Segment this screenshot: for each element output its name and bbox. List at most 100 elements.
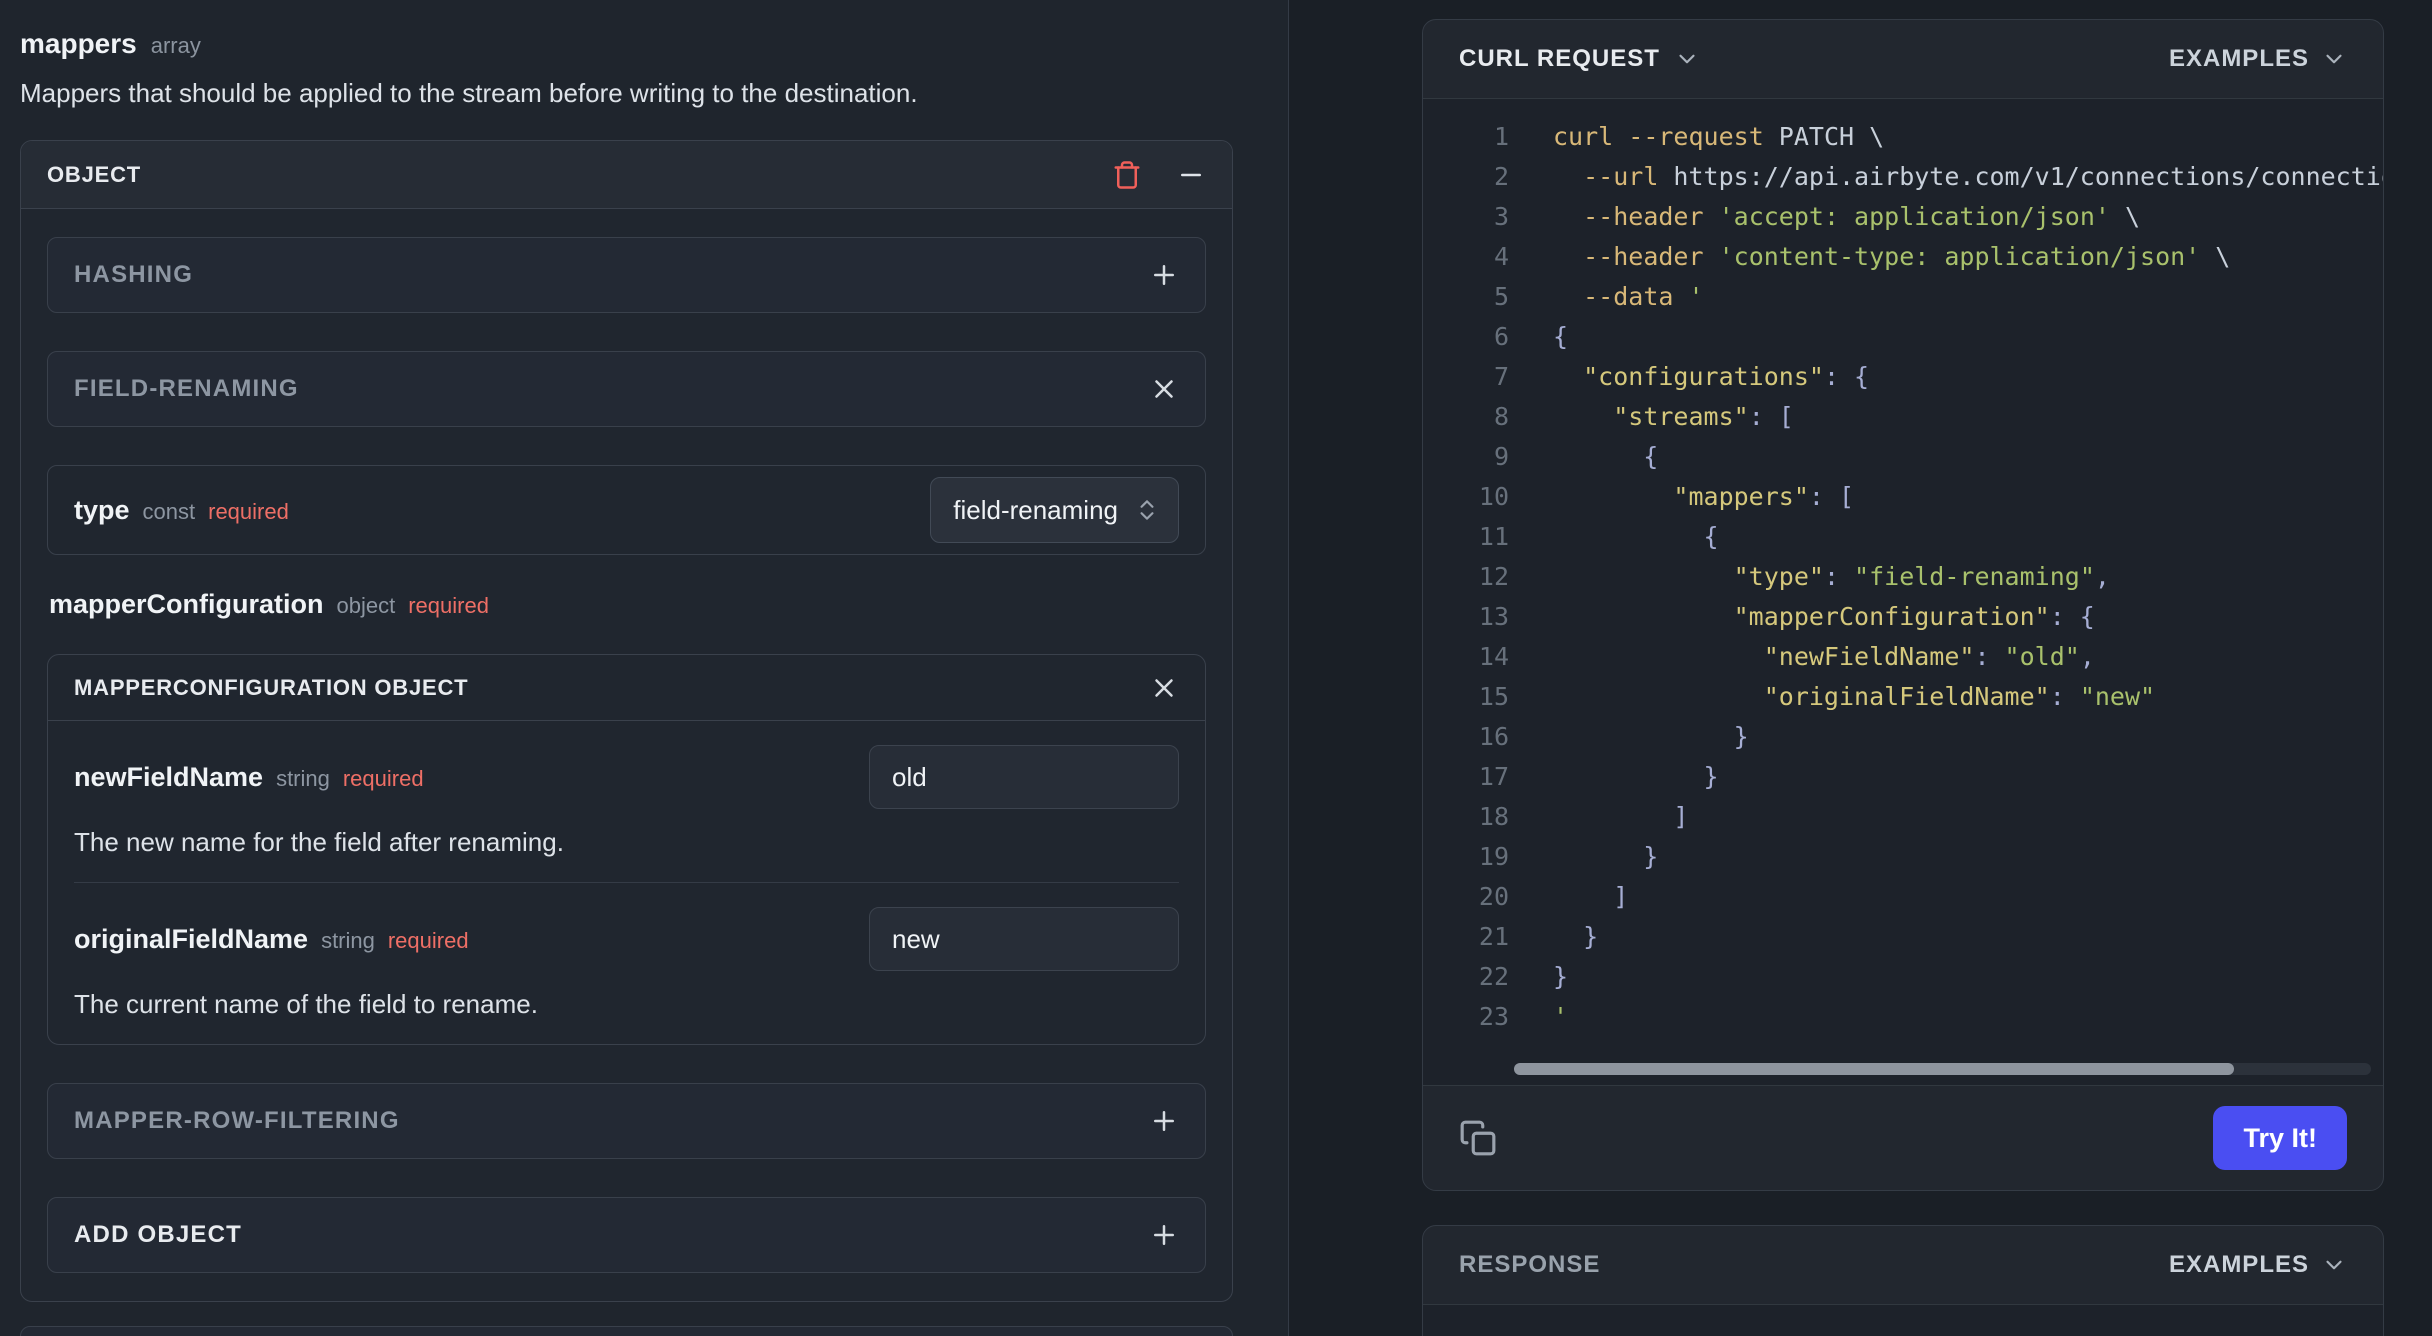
mapper-configuration-required: required (408, 593, 489, 618)
code-line: 1 curl --request PATCH \ (1493, 122, 1885, 151)
code-line: 17 } (1478, 762, 1719, 791)
code-line: 14 "newFieldName": "old", (1478, 642, 2095, 671)
field-description: Mappers that should be applied to the st… (20, 78, 918, 108)
type-select[interactable]: field-renaming (930, 477, 1179, 543)
code-line: 18 ] (1478, 802, 1689, 831)
object-panel-title: OBJECT (47, 161, 142, 187)
field-required: required (387, 927, 469, 953)
section-hashing[interactable]: HASHING (47, 237, 1206, 313)
code-line: 10 "mappers": [ (1478, 482, 1855, 511)
section-field-renaming[interactable]: FIELD-RENAMING (47, 351, 1206, 427)
response-panel: RESPONSE EXAMPLES (1422, 1225, 2384, 1336)
mapper-configuration-panel-body: newFieldName string required The new nam… (48, 721, 1205, 1044)
mapper-configuration-kind: object (336, 593, 396, 618)
response-body (1423, 1304, 2383, 1336)
field-name: newFieldName (74, 761, 264, 792)
section-mapper-row-filtering[interactable]: MAPPER-ROW-FILTERING (47, 1083, 1206, 1159)
field-meta: originalFieldName string required (74, 924, 469, 955)
code-line: 23 ' (1478, 1002, 1569, 1031)
originalFieldName-input[interactable] (869, 907, 1179, 971)
close-icon[interactable] (1149, 673, 1179, 703)
mapper-configuration-panel: MAPPERCONFIGURATION OBJECT newFieldName … (47, 654, 1206, 1045)
code-line: 20 ] (1478, 882, 1629, 911)
horizontal-scrollbar[interactable] (1514, 1063, 2371, 1075)
curl-request-dropdown[interactable]: CURL REQUEST (1459, 45, 1700, 73)
try-it-button[interactable]: Try It! (2213, 1106, 2347, 1170)
object-panel-body: HASHING FIELD-RENAMING type const requir… (21, 209, 1232, 1301)
field-type-badge: array (150, 33, 201, 58)
type-field-name: type (74, 494, 130, 525)
chevron-up-down-icon (1134, 497, 1160, 523)
field-row: newFieldName string required (74, 745, 1179, 809)
plus-icon[interactable] (1149, 260, 1179, 290)
curl-request-panel: CURL REQUEST EXAMPLES 1 curl --request PA… (1422, 19, 2384, 1191)
field-group-originalFieldName: originalFieldName string required The cu… (74, 882, 1179, 1044)
field-kind: string (276, 765, 330, 791)
curl-request-title: CURL REQUEST (1459, 45, 1660, 72)
response-title: RESPONSE (1459, 1251, 1601, 1278)
mapper-configuration-name: mapperConfiguration (49, 589, 324, 619)
chevron-down-icon (1674, 46, 1700, 72)
object-panel-header: OBJECT (21, 141, 1232, 209)
examples-label: EXAMPLES (2168, 45, 2309, 72)
code-line: 3 --header 'accept: application/json' \ (1493, 202, 2141, 231)
trash-icon (1112, 160, 1142, 190)
object-panel: OBJECT HASHING FIELD-RENAMING type const… (20, 140, 1233, 1302)
chevron-down-icon (2321, 1252, 2347, 1278)
field-required: required (342, 765, 424, 791)
code-line: 19 } (1478, 842, 1659, 871)
code-line: 15 "originalFieldName": "new" (1478, 682, 2156, 711)
field-name: originalFieldName (74, 923, 309, 954)
code-line: 13 "mapperConfiguration": { (1478, 602, 2095, 631)
code-line: 12 "type": "field-renaming", (1478, 562, 2110, 591)
field-description: The new name for the field after renamin… (74, 827, 564, 857)
response-examples-dropdown[interactable]: EXAMPLES (2169, 1251, 2347, 1279)
section-mapper-row-filtering-label: MAPPER-ROW-FILTERING (74, 1107, 400, 1134)
curl-request-footer: Try It! (1423, 1086, 2383, 1190)
schema-form-column: mappers array Mappers that should be app… (0, 0, 1289, 1336)
field-kind: string (321, 927, 375, 953)
type-field-row: type const required field-renaming (47, 465, 1206, 555)
plus-icon[interactable] (1149, 1106, 1179, 1136)
plus-icon[interactable] (1149, 1220, 1179, 1250)
response-header: RESPONSE EXAMPLES (1423, 1226, 2383, 1304)
code-line: 8 "streams": [ (1493, 402, 1794, 431)
type-field-kind: const (142, 498, 196, 524)
code-line: 7 "configurations": { (1493, 362, 1870, 391)
field-description: The current name of the field to rename. (74, 989, 538, 1019)
code-area: 1 curl --request PATCH \ 2 --url https://a… (1423, 98, 2383, 1086)
section-field-renaming-label: FIELD-RENAMING (74, 375, 299, 402)
minus-icon (1176, 160, 1206, 190)
field-meta: newFieldName string required (74, 762, 424, 793)
field-group-newFieldName: newFieldName string required The new nam… (74, 721, 1179, 882)
code-line: 9 { (1493, 442, 1659, 471)
field-row: originalFieldName string required (74, 907, 1179, 971)
code-line: 22} (1478, 962, 1569, 991)
examples-label: EXAMPLES (2168, 1251, 2309, 1278)
scrollbar-thumb[interactable] (1514, 1063, 2234, 1075)
mapper-configuration-panel-header: MAPPERCONFIGURATION OBJECT (48, 655, 1205, 721)
code-line: 4 --header 'content-type: application/js… (1493, 242, 2231, 271)
chevron-down-icon (2321, 46, 2347, 72)
curl-request-header: CURL REQUEST EXAMPLES (1423, 20, 2383, 98)
object-panel-actions (1112, 160, 1206, 190)
code-line: 16 } (1478, 722, 1749, 751)
copy-code-button[interactable] (1459, 1119, 1497, 1157)
mapper-configuration-meta: mapperConfiguration object required (47, 589, 1206, 620)
code-line: 21 } (1478, 922, 1599, 951)
code-line: 6{ (1493, 322, 1569, 351)
curl-examples-dropdown[interactable]: EXAMPLES (2169, 45, 2347, 73)
newFieldName-input[interactable] (869, 745, 1179, 809)
field-name: mappers (20, 28, 137, 59)
add-object-row-outer[interactable]: ADD OBJECT (20, 1326, 1233, 1336)
type-field-required: required (208, 498, 289, 524)
delete-object-button[interactable] (1112, 160, 1142, 190)
close-icon[interactable] (1149, 374, 1179, 404)
add-object-row-inner[interactable]: ADD OBJECT (47, 1197, 1206, 1273)
collapse-object-button[interactable] (1176, 160, 1206, 190)
code-line: 11 { (1478, 522, 1719, 551)
add-object-label: ADD OBJECT (74, 1221, 243, 1248)
code-line: 2 --url https://api.airbyte.com/v1/conne… (1493, 162, 2383, 191)
code-examples-column: CURL REQUEST EXAMPLES 1 curl --request PA… (1289, 0, 2432, 1336)
api-playground: mappers array Mappers that should be app… (0, 0, 2432, 1336)
